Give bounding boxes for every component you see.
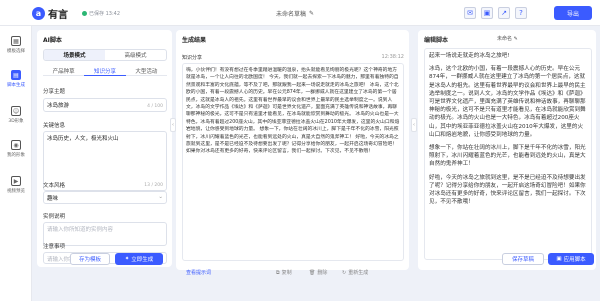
trash-icon: 🗑 xyxy=(309,269,316,276)
copy-label: 复制 xyxy=(281,270,292,276)
sparkle-icon: ✦ xyxy=(124,256,130,262)
copy-icon: ⧉ xyxy=(276,269,280,276)
help-icon[interactable]: ? xyxy=(515,7,527,19)
avatar-3d-icon: ☺ xyxy=(11,106,21,116)
result-title: 知识分享 xyxy=(182,55,203,61)
keywords-value: 冰岛历史，人文，极光和火山 xyxy=(47,136,119,142)
save-draft-label: 保存草稿 xyxy=(511,257,534,263)
regenerate-button[interactable]: ↻ 重新生成 xyxy=(342,269,369,277)
result-header: 知识分享 12:38:12 xyxy=(182,54,404,61)
editor-paragraph: 想象一下，你站在壮阔的冰川上，脚下是千年不化的冰雪，阳光照射下，冰川闪耀着蓝色的… xyxy=(429,145,586,168)
apply-label: 应用脚本 xyxy=(563,257,586,263)
tab-scene-mode[interactable]: 场景模式 xyxy=(44,50,105,60)
tab-product-seeding[interactable]: 产品种草 xyxy=(43,66,85,76)
export-button[interactable]: 导出 xyxy=(554,6,592,20)
delete-label: 删除 xyxy=(317,270,328,276)
video-icon: ▶ xyxy=(11,176,21,186)
nav-item-my-avatar[interactable]: ◉ 我的形象 xyxy=(0,140,32,158)
nav-label: 我的形象 xyxy=(7,153,25,158)
topic-value: 冰岛旅游 xyxy=(47,103,70,109)
save-template-button[interactable]: 存为模板 xyxy=(70,253,110,265)
document-title-text: 未命名草稿 xyxy=(276,11,307,18)
example-placeholder: 请输入你所知道的实例内容 xyxy=(47,227,114,233)
regenerate-label: 重新生成 xyxy=(348,270,369,276)
style-label: 文本风格 xyxy=(43,183,66,189)
ai-panel-title: AI脚本 xyxy=(43,37,62,44)
tab-advanced-mode[interactable]: 高级模式 xyxy=(105,50,166,60)
top-bar: a 有言 已保存 13:42 未命名草稿 ✎ ✉ ▣ ↗ ? 导出 xyxy=(0,0,600,26)
nav-item-script[interactable]: ▤ 脚本生成 xyxy=(0,70,32,88)
nav-label: 3D形象 xyxy=(8,119,24,124)
result-time: 12:38:12 xyxy=(381,54,404,60)
script-icon: ▤ xyxy=(11,70,21,80)
script-name[interactable]: 未命名 ✎ xyxy=(497,35,518,42)
gen-panel-title: 生成结果 xyxy=(182,37,207,44)
save-status: 已保存 13:42 xyxy=(82,10,120,17)
nav-label: 模板选择 xyxy=(7,49,25,54)
bookmark-icon[interactable]: ▣ xyxy=(481,7,493,19)
left-nav: ▦ 模板选择 ▤ 脚本生成 ☺ 3D形象 ◉ 我的形象 ▶ 视频预览 xyxy=(0,26,32,301)
apply-icon: ▣ xyxy=(556,256,562,262)
style-value: 趣味 xyxy=(47,196,59,202)
keywords-char-count: 13 / 200 xyxy=(144,183,163,188)
logo-icon: a xyxy=(32,7,45,20)
view-prompt-label: 查看提示词 xyxy=(186,270,212,276)
save-template-label: 存为模板 xyxy=(78,257,101,263)
script-editor[interactable]: 起来一场说走就走的冰岛之旅吧! 冰岛，这个北欧的小国，有着一段震撼人心的历史。早… xyxy=(424,48,592,260)
topic-label: 分享主题 xyxy=(43,89,66,95)
view-prompt-link[interactable]: 查看提示词 xyxy=(186,269,211,276)
script-name-text: 未命名 xyxy=(497,36,513,42)
logo-text: 有言 xyxy=(48,10,68,21)
nav-item-3d-avatar[interactable]: ☺ 3D形象 xyxy=(0,106,32,124)
editor-paragraph: 冰岛，这个北欧的小国，有着一段震撼人心的历史。早在公元874年，一群挪威人就在这… xyxy=(429,66,586,138)
edit-title-icon[interactable]: ✎ xyxy=(309,10,314,17)
ai-script-panel: AI脚本 场景模式 高级模式 产品种草 知识分享 大型活动 分享主题 冰岛旅游 … xyxy=(37,30,172,267)
my-avatar-icon: ◉ xyxy=(11,140,21,150)
edit-header: 编辑脚本 未命名 ✎ xyxy=(424,35,592,44)
editor-paragraph: 好啦，今天的冰岛之旅就到这里，是不是已经迫不及待想要出发了呢？记得分享给你的朋友… xyxy=(429,174,586,206)
topic-input[interactable]: 冰岛旅游 4 / 100 xyxy=(43,98,167,112)
grid-icon: ▦ xyxy=(11,36,21,46)
editor-paragraph: 起来一场说走就走的冰岛之旅吧! xyxy=(429,53,510,59)
apply-script-button[interactable]: ▣ 应用脚本 xyxy=(548,253,594,265)
edit-panel-title: 编辑脚本 xyxy=(424,37,449,44)
collapse-right-handle[interactable]: ‹ xyxy=(411,118,417,132)
edit-name-icon[interactable]: ✎ xyxy=(514,36,518,42)
copy-button[interactable]: ⧉ 复制 xyxy=(276,269,292,277)
share-icon[interactable]: ↗ xyxy=(498,7,510,19)
style-select[interactable]: 趣味 ⌄ xyxy=(43,191,167,204)
generate-label: 立即生成 xyxy=(131,257,154,263)
nav-label: 视频预览 xyxy=(7,189,25,194)
keywords-label: 关键信息 xyxy=(43,123,66,129)
topic-char-count: 4 / 100 xyxy=(147,104,163,109)
result-text[interactable]: 嗨，小伙伴们！有没有想过在冬季里踏进温暖的温泉，抬头就能看见绚丽的极光呢？这个神… xyxy=(182,63,404,261)
save-status-text: 已保存 13:42 xyxy=(89,11,120,17)
category-tabs: 产品种草 知识分享 大型活动 xyxy=(43,66,167,76)
tab-big-event[interactable]: 大型活动 xyxy=(125,66,167,76)
document-title[interactable]: 未命名草稿 ✎ xyxy=(276,9,314,18)
save-draft-button[interactable]: 保存草稿 xyxy=(502,253,544,265)
nav-item-video-preview[interactable]: ▶ 视频预览 xyxy=(0,176,32,194)
top-icon-group: ✉ ▣ ↗ ? xyxy=(464,7,527,19)
refresh-icon: ↻ xyxy=(342,269,347,276)
nav-item-templates[interactable]: ▦ 模板选择 xyxy=(0,36,32,54)
generate-button[interactable]: ✦ 立即生成 xyxy=(115,253,163,265)
nav-label: 脚本生成 xyxy=(7,83,25,88)
generation-result-panel: 生成结果 知识分享 12:38:12 嗨，小伙伴们！有没有想过在冬季里踏进温暖的… xyxy=(176,30,409,276)
message-icon[interactable]: ✉ xyxy=(464,7,476,19)
edit-script-panel: 编辑脚本 未命名 ✎ 起来一场说走就走的冰岛之旅吧! 冰岛，这个北欧的小国，有着… xyxy=(418,30,596,270)
saved-check-icon xyxy=(82,11,87,16)
tab-knowledge-share[interactable]: 知识分享 xyxy=(84,66,126,76)
chevron-down-icon: ⌄ xyxy=(158,194,163,200)
delete-button[interactable]: 🗑 删除 xyxy=(309,269,328,277)
app-logo[interactable]: a 有言 xyxy=(32,6,68,21)
example-label: 实例说明 xyxy=(43,214,66,220)
mode-tabs: 场景模式 高级模式 xyxy=(43,49,167,61)
notes-label: 注意事项 xyxy=(43,244,66,250)
